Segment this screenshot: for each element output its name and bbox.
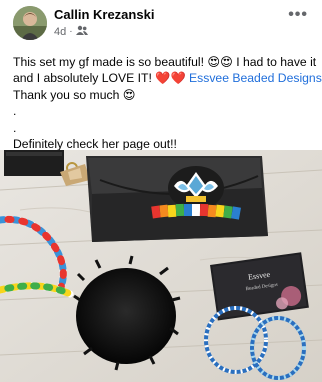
post-line-4: . (13, 104, 17, 119)
post-photo[interactable]: Essvee Beaded Designs (0, 150, 322, 382)
post-time[interactable]: 4d (54, 26, 66, 38)
heart-eyes-emoji-icon: 😍😍 (207, 55, 233, 69)
post-meta: 4d · (54, 25, 88, 38)
post-line-2: and I absolutely LOVE IT! ❤️❤️ Essvee Be… (13, 70, 322, 86)
page-link[interactable]: Essvee Beaded Designs (189, 71, 322, 85)
friends-icon[interactable] (75, 25, 88, 38)
post-text-segment: Thank you so much (13, 87, 123, 102)
more-options-button[interactable]: ••• (288, 6, 308, 24)
avatar[interactable] (13, 6, 47, 40)
post-line-3: Thank you so much 😍 (13, 87, 313, 103)
post-text-segment: I had to have it (232, 55, 317, 69)
post-line-1: This set my gf made is so beautiful! 😍😍 … (13, 54, 317, 70)
heart-eyes-emoji-icon: 😍 (122, 87, 136, 102)
post-text: This set my gf made is so beautiful! 😍😍 … (13, 54, 322, 152)
author-name[interactable]: Callin Krezanski (54, 7, 154, 22)
post-text-segment: and I absolutely LOVE IT! (13, 71, 156, 86)
meta-separator: · (69, 26, 73, 37)
post-header: Callin Krezanski 4d · ••• (0, 0, 322, 48)
post-text-segment: This set my gf made is so beautiful! (13, 55, 208, 69)
hearts-emoji-icon: ❤️❤️ (155, 71, 186, 86)
post-line-5: . (13, 120, 17, 135)
